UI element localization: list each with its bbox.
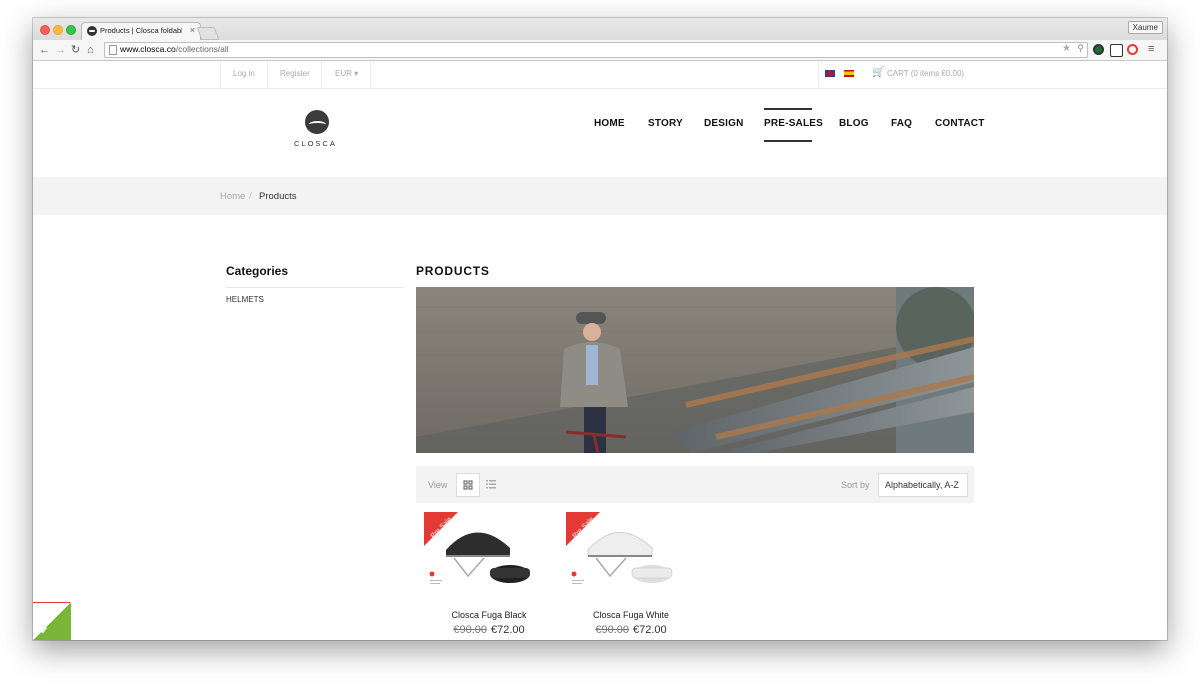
- sale-price: €72.00: [633, 624, 667, 636]
- sort-select[interactable]: Alphabetically, A-Z: [878, 473, 968, 497]
- nav-story[interactable]: STORY: [648, 118, 683, 129]
- divider: [220, 61, 221, 88]
- product-image[interactable]: Pre Sale: [424, 512, 540, 604]
- currency-selector[interactable]: EUR ▾: [335, 69, 358, 78]
- nav-design[interactable]: DESIGN: [704, 118, 744, 129]
- product-price: €90.00 €72.00: [566, 624, 696, 636]
- close-window-button[interactable]: [40, 25, 50, 35]
- grid-view-button[interactable]: [456, 473, 480, 497]
- active-nav-indicator-top: [764, 108, 812, 110]
- product-price: €90.00 €72.00: [424, 624, 554, 636]
- url-path: /collections/all: [175, 44, 229, 54]
- nav-faq[interactable]: FAQ: [891, 118, 912, 129]
- new-tab-button[interactable]: [196, 27, 220, 40]
- breadcrumb-separator: /: [249, 191, 252, 202]
- menu-icon[interactable]: ≡: [1148, 42, 1154, 56]
- currency-value: EUR: [335, 69, 352, 78]
- divider: [267, 61, 268, 88]
- back-arrow-icon[interactable]: ←: [39, 43, 50, 57]
- view-label: View: [428, 480, 448, 490]
- page-title: PRODUCTS: [416, 264, 490, 278]
- nav-contact[interactable]: CONTACT: [935, 118, 985, 129]
- minimize-window-button[interactable]: [53, 25, 63, 35]
- product-image[interactable]: Pre Sale: [566, 512, 682, 604]
- site-header: CLOSCA HOME STORY DESIGN PRE-SALES BLOG …: [33, 89, 1167, 177]
- divider: [226, 287, 404, 288]
- register-link[interactable]: Register: [280, 69, 310, 78]
- collection-toolbar: View Sort by Alphabetically, A-Z: [416, 466, 974, 503]
- bookmark-star-icon[interactable]: ★: [1062, 43, 1071, 54]
- utility-bar: Log in Register EUR ▾ 🛒 CART (0 items €0…: [33, 61, 1167, 89]
- old-price: €90.00: [453, 624, 487, 636]
- logo-text[interactable]: CLOSCA: [294, 139, 337, 148]
- reader-icon[interactable]: [1110, 44, 1123, 57]
- collection-banner-image: [416, 287, 974, 453]
- tab-close-icon[interactable]: ×: [190, 25, 195, 35]
- product-name[interactable]: Closca Fuga Black: [424, 610, 554, 620]
- sale-price: €72.00: [491, 624, 525, 636]
- profile-button[interactable]: Xaume: [1127, 21, 1163, 34]
- browser-window: Products | Closca foldable × Xaume ← → ↻…: [33, 18, 1167, 640]
- categories-heading: Categories: [226, 264, 289, 278]
- cart-link[interactable]: CART (0 items €0.00): [887, 69, 964, 78]
- reload-icon[interactable]: ↻: [71, 43, 80, 57]
- maximize-window-button[interactable]: [66, 25, 76, 35]
- breadcrumb: Home / Products: [33, 177, 1167, 215]
- divider: [370, 61, 371, 88]
- browser-toolbar: ← → ↻ ⌂ www.closca.co/collections/all ★ …: [33, 40, 1167, 61]
- spanish-flag-icon[interactable]: [844, 70, 854, 77]
- tab-title: Products | Closca foldable: [100, 26, 182, 35]
- nav-blog[interactable]: BLOG: [839, 118, 869, 129]
- closca-favicon-icon: [87, 26, 97, 36]
- breadcrumb-home[interactable]: Home: [220, 191, 245, 202]
- list-icon: [486, 480, 496, 489]
- divider: [818, 61, 819, 88]
- opera-icon[interactable]: [1127, 44, 1138, 55]
- home-icon[interactable]: ⌂: [87, 43, 94, 57]
- checkmark-icon: ✔: [40, 626, 49, 637]
- breadcrumb-current: Products: [259, 191, 297, 202]
- active-nav-indicator-bottom: [764, 140, 812, 142]
- english-flag-icon[interactable]: [825, 70, 835, 77]
- closca-logo-icon[interactable]: [305, 110, 329, 134]
- title-bar: Products | Closca foldable × Xaume: [33, 18, 1167, 41]
- product-name[interactable]: Closca Fuga White: [566, 610, 696, 620]
- login-link[interactable]: Log in: [233, 69, 255, 78]
- extension-icon[interactable]: [1093, 44, 1104, 55]
- page-icon: [109, 45, 117, 55]
- cart-icon[interactable]: 🛒: [872, 67, 884, 78]
- sort-value: Alphabetically, A-Z: [885, 480, 959, 490]
- category-helmets[interactable]: HELMETS: [226, 295, 264, 304]
- nav-home[interactable]: HOME: [594, 118, 625, 129]
- search-icon[interactable]: ⚲: [1077, 43, 1084, 54]
- grid-icon: [463, 480, 473, 490]
- trust-badge[interactable]: ✔: [33, 602, 71, 640]
- old-price: €90.00: [595, 624, 629, 636]
- address-bar[interactable]: www.closca.co/collections/all ★ ⚲: [104, 42, 1088, 58]
- forward-arrow-icon[interactable]: →: [55, 43, 66, 57]
- chevron-down-icon: ▾: [354, 69, 359, 78]
- browser-tab[interactable]: Products | Closca foldable ×: [81, 22, 201, 41]
- divider: [321, 61, 322, 88]
- web-page: Log in Register EUR ▾ 🛒 CART (0 items €0…: [33, 61, 1167, 640]
- url-host: www.closca.co: [120, 44, 176, 54]
- list-view-button[interactable]: [486, 479, 496, 491]
- sort-label: Sort by: [841, 480, 870, 490]
- nav-pre-sales[interactable]: PRE-SALES: [764, 118, 823, 129]
